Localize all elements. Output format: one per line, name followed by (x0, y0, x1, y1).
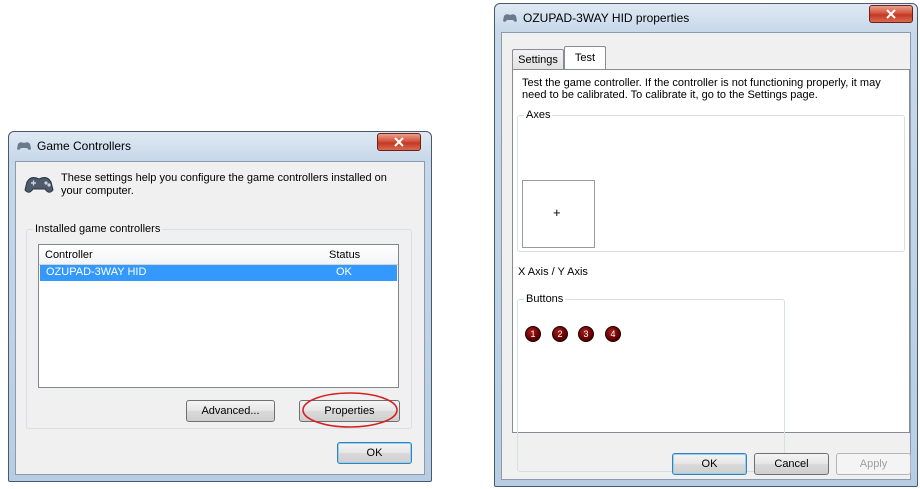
window-body: Settings Test Test the game controller. … (501, 32, 911, 480)
controller-status: OK (336, 266, 352, 278)
advanced-button[interactable]: Advanced... (186, 400, 275, 422)
window-title: OZUPAD-3WAY HID properties (523, 11, 690, 25)
ok-button[interactable]: OK (337, 442, 412, 464)
tab-test[interactable]: Test (564, 46, 606, 69)
axes-label: Axes (524, 109, 553, 121)
close-button[interactable] (869, 5, 913, 23)
controller-properties-window: OZUPAD-3WAY HID properties Settings Test… (494, 3, 918, 487)
cancel-button[interactable]: Cancel (754, 453, 829, 475)
close-button[interactable] (377, 133, 421, 151)
title-bar[interactable]: Game Controllers (9, 132, 431, 160)
group-label: Installed game controllers (33, 223, 163, 235)
button-indicator-1: 1 (525, 326, 541, 342)
button-indicator-2: 2 (552, 326, 568, 342)
gamepad-icon (503, 14, 517, 22)
close-icon (394, 137, 404, 147)
column-header-status[interactable]: Status (329, 249, 360, 261)
gamepad-icon (24, 177, 54, 193)
buttons-label: Buttons (524, 293, 566, 305)
crosshair-marker: + (553, 205, 561, 220)
column-header-controller[interactable]: Controller (45, 249, 93, 261)
axis-caption: X Axis / Y Axis (518, 266, 588, 278)
list-header: Controller Status (39, 245, 398, 265)
tab-settings[interactable]: Settings (512, 49, 564, 69)
ok-button[interactable]: OK (672, 453, 747, 475)
test-tab-panel: Test the game controller. If the control… (512, 69, 910, 472)
description-text: These settings help you configure the ga… (61, 172, 387, 197)
title-bar[interactable]: OZUPAD-3WAY HID properties (495, 4, 917, 32)
controller-name: OZUPAD-3WAY HID (46, 266, 147, 278)
button-indicator-4: 4 (605, 326, 621, 342)
window-body: These settings help you configure the ga… (15, 161, 425, 475)
window-title: Game Controllers (37, 139, 132, 153)
highlight-ellipse (302, 392, 398, 428)
axis-display: + (522, 180, 595, 248)
list-item[interactable]: OZUPAD-3WAY HID OK (40, 265, 397, 281)
apply-button[interactable]: Apply (836, 453, 911, 475)
game-controllers-window: Game Controllers These settings help you… (8, 131, 432, 482)
controllers-list[interactable]: Controller Status OZUPAD-3WAY HID OK (38, 244, 399, 388)
close-icon (886, 9, 896, 19)
instructions-text: Test the game controller. If the control… (522, 77, 881, 101)
button-indicator-3: 3 (578, 326, 594, 342)
gamepad-icon (17, 142, 31, 150)
buttons-group: Buttons (517, 293, 785, 472)
